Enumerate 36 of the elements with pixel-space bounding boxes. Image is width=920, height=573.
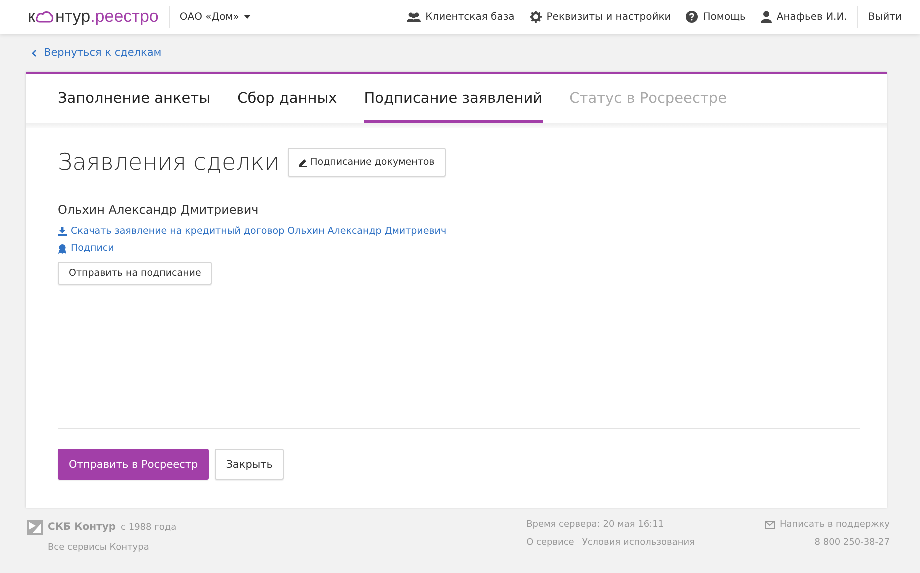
caret-icon	[244, 15, 252, 19]
tab[interactable]: Заполнение анкеты	[58, 74, 211, 123]
org-dropdown[interactable]: ОАО «Дом»	[180, 12, 252, 22]
pencil-icon	[298, 158, 307, 166]
nav-link[interactable]: Клиентская база	[406, 12, 515, 22]
sign-documents-button[interactable]: Подписание документов	[288, 148, 446, 177]
chevron-left-icon	[32, 50, 37, 56]
document-link[interactable]: Скачать заявление на кредитный договор Ольхин Александр Дмитриевич	[58, 226, 860, 237]
envelope-icon	[764, 521, 775, 529]
user-icon	[760, 11, 772, 23]
nav-link[interactable]: Реквизиты и настройки	[530, 11, 672, 23]
rosette-icon	[58, 244, 67, 254]
gear-icon	[530, 11, 542, 23]
company-name: СКБ Контур	[48, 522, 116, 533]
help-icon	[686, 11, 698, 23]
nav-link[interactable]: Помощь	[686, 11, 746, 23]
logout-link[interactable]: Выйти	[868, 12, 902, 22]
company-logo-icon	[27, 520, 43, 535]
cloud-icon	[36, 11, 54, 23]
nav-link[interactable]: Анафьев И.И.	[760, 11, 848, 23]
server-time: Время сервера: 20 мая 16:11	[526, 520, 666, 530]
support-phone: 8 800 250-38-27	[814, 538, 890, 548]
company-since: с 1988 года	[121, 522, 177, 532]
logo-suffix: .реестро	[90, 7, 159, 27]
tab[interactable]: Сбор данных	[238, 74, 338, 123]
page-title: Заявления сделки	[58, 150, 280, 176]
document-link[interactable]: Подписи	[58, 243, 860, 254]
send-for-signing-button[interactable]: Отправить на подписание	[58, 262, 212, 285]
logo-text: к	[28, 7, 36, 27]
download-icon	[58, 227, 67, 236]
close-button[interactable]: Закрыть	[215, 449, 284, 480]
send-to-registry-button[interactable]: Отправить в Росреестр	[58, 449, 210, 480]
person-name: Ольхин Александр Дмитриевич	[58, 203, 260, 217]
logo-text: нтур	[55, 7, 91, 27]
people-icon	[406, 12, 421, 22]
back-link[interactable]: Вернуться к сделкам	[32, 47, 162, 59]
